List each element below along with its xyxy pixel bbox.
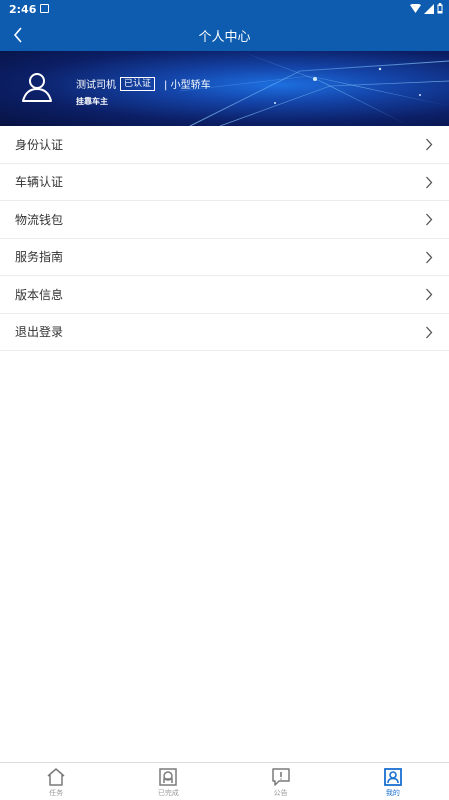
signal-icon [424, 3, 434, 14]
menu-item-label: 服务指南 [15, 250, 64, 265]
driver-info: 测试司机 已认证 | 小型轿车 [76, 76, 211, 91]
profile-banner: 测试司机 已认证 | 小型轿车 挂靠车主 [0, 51, 449, 126]
menu-item-label: 身份认证 [15, 137, 64, 152]
menu-item-label: 车辆认证 [15, 175, 64, 190]
home-icon [47, 768, 65, 786]
menu-item-version-info[interactable]: 版本信息 [0, 276, 449, 314]
profile-icon [383, 768, 402, 786]
app-bar: 个人中心 [0, 19, 449, 51]
driver-role: 挂靠车主 [76, 97, 108, 106]
menu-item-logout[interactable]: 退出登录 [0, 314, 449, 351]
page-title: 个人中心 [198, 30, 251, 45]
chevron-right-icon [426, 288, 433, 301]
menu-item-vehicle-verification[interactable]: 车辆认证 [0, 164, 449, 201]
status-bar: 2:46 [0, 0, 449, 19]
chevron-right-icon [426, 213, 433, 226]
chevron-right-icon [426, 138, 433, 151]
menu-item-logistics-wallet[interactable]: 物流钱包 [0, 201, 449, 239]
chevron-right-icon [426, 176, 433, 188]
bottom-tab-bar: 任务 已完成 公告 我的 [0, 762, 449, 800]
tab-label: 任务 [49, 789, 64, 797]
wifi-icon [410, 4, 421, 13]
status-icons [410, 3, 443, 14]
notice-icon [271, 768, 290, 786]
menu-item-label: 物流钱包 [15, 212, 64, 227]
tab-label: 我的 [385, 789, 400, 797]
tab-completed[interactable]: 已完成 [112, 763, 224, 800]
notification-icon [40, 4, 49, 13]
screen: 2:46 个人中心 测试司机 已认证 | 小型轿车 挂靠车主 身份认证 车辆认证… [0, 0, 449, 800]
banner-decoration [180, 51, 449, 126]
menu-item-label: 退出登录 [15, 325, 64, 340]
menu-item-label: 版本信息 [15, 287, 64, 302]
tab-notice[interactable]: 公告 [225, 763, 337, 800]
completed-icon [159, 768, 178, 786]
driver-name: 测试司机 [76, 80, 116, 91]
menu-list: 身份认证 车辆认证 物流钱包 服务指南 版本信息 退出登录 [0, 126, 449, 351]
chevron-right-icon [426, 326, 433, 338]
avatar-icon[interactable] [20, 70, 54, 104]
chevron-right-icon [426, 251, 433, 263]
status-time: 2:46 [9, 3, 37, 16]
menu-item-service-guide[interactable]: 服务指南 [0, 239, 449, 276]
tab-label: 公告 [273, 789, 288, 797]
tab-label: 已完成 [157, 789, 179, 797]
battery-icon [437, 3, 443, 14]
verified-badge: 已认证 [120, 76, 156, 91]
tab-tasks[interactable]: 任务 [0, 763, 112, 800]
tab-mine[interactable]: 我的 [337, 763, 449, 800]
menu-item-identity-verification[interactable]: 身份认证 [0, 126, 449, 164]
vehicle-type: | 小型轿车 [164, 80, 211, 91]
